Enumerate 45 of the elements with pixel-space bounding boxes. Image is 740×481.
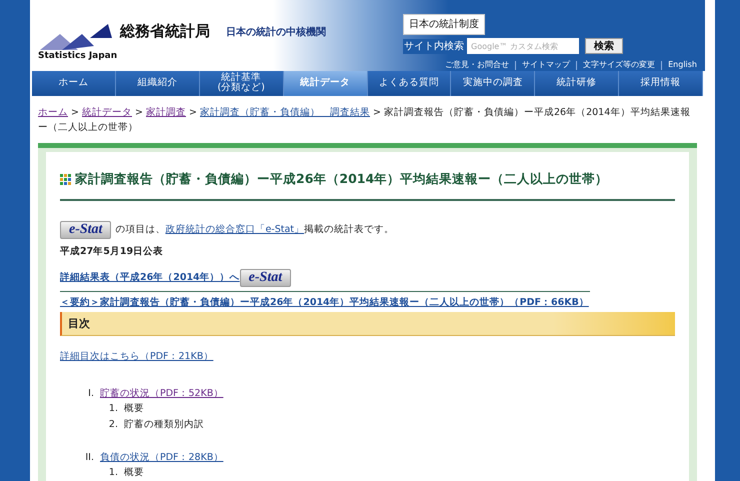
detail-table-link[interactable]: 詳細結果表（平成26年（2014年））へ	[60, 270, 240, 286]
page-title: 家計調査報告（貯蓄・負債編）ー平成26年（2014年）平均結果速報ー（二人以上の世帯）	[75, 170, 608, 188]
list-marker: 1.	[108, 466, 118, 480]
nav-tab[interactable]: よくある質問	[368, 71, 452, 96]
search-button[interactable]: 検索	[585, 38, 623, 54]
breadcrumb-link[interactable]: 家計調査	[146, 106, 186, 118]
nav-tab[interactable]: 統計研修	[535, 71, 620, 96]
list-item: 概要	[124, 402, 144, 416]
list-marker: 1.	[108, 402, 118, 416]
nav-tab[interactable]: ホーム	[32, 71, 116, 96]
breadcrumb-link[interactable]: 家計調査（貯蓄・負債編） 調査結果	[200, 106, 370, 118]
section-pdf-link[interactable]: 貯蓄の状況（PDF：52KB）	[100, 386, 224, 401]
e-stat-logo: e-Stat	[60, 220, 112, 239]
list-item: 概要	[124, 466, 144, 480]
summary-pdf-link[interactable]: ＜要約＞家計調査報告（貯蓄・負債編）ー平成26年（2014年）平均結果速報ー（二人以上の世帯）（PDF：66KB）	[60, 296, 675, 310]
utility-link[interactable]: ご意見・お問合せ	[445, 59, 510, 71]
statistics-system-button[interactable]: 日本の統計制度	[403, 14, 485, 35]
publish-date: 平成27年5月19日公表	[60, 244, 164, 259]
breadcrumb-link[interactable]: ホーム	[38, 106, 68, 118]
e-stat-logo: e-Stat	[240, 269, 292, 287]
estat-note: の項目は、政府統計の総合窓口「e-Stat」掲載の統計表です。	[115, 222, 394, 237]
list-marker: 2.	[108, 418, 118, 432]
org-name-en: Statistics Japan	[38, 52, 118, 61]
toc-detail-link[interactable]: 詳細目次はこちら（PDF：21KB）	[60, 350, 214, 364]
list-item: 貯蓄の種類別内訳	[124, 418, 204, 432]
utility-link[interactable]: 文字サイズ等の変更	[583, 59, 656, 71]
breadcrumb-link[interactable]: 統計データ	[82, 106, 132, 118]
toc-heading: 目次	[68, 316, 90, 332]
nav-tab[interactable]: 組織紹介	[116, 71, 200, 96]
nav-tab[interactable]: 実施中の調査	[451, 71, 536, 96]
list-marker: II.	[84, 450, 94, 465]
section-pdf-link[interactable]: 負債の状況（PDF：28KB）	[100, 450, 224, 465]
breadcrumb: ホーム > 統計データ > 家計調査 > 家計調査（貯蓄・負債編） 調査結果 > 家計調査報告（貯蓄・負債編）ー平成26年（2014年）平均結果速報ー（二人以上の世帯）	[38, 106, 692, 135]
tagline: 日本の統計の中核機関	[226, 26, 326, 40]
org-name: 総務省統計局	[120, 21, 210, 42]
logo-icon	[38, 24, 114, 52]
search-label: サイト内検索	[403, 38, 465, 54]
grid-icon	[60, 174, 71, 185]
nav-tab[interactable]: 統計基準 (分類など)	[200, 71, 284, 96]
nav-tab[interactable]: 採用情報	[619, 71, 703, 96]
utility-link[interactable]: サイトマップ	[522, 59, 570, 71]
utility-link[interactable]: English	[668, 59, 697, 71]
search-field[interactable]: Google™ カスタム検索	[467, 38, 579, 54]
list-marker: I.	[87, 386, 94, 400]
estat-link[interactable]: 政府統計の総合窓口「e-Stat」	[165, 224, 304, 235]
